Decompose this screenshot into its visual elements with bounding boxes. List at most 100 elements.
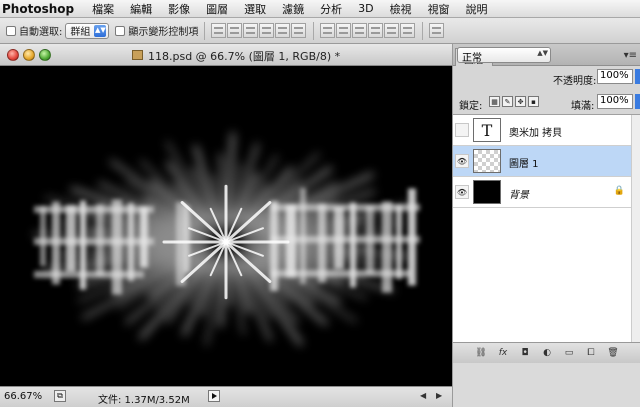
app-menu[interactable]: Photoshop [0, 2, 84, 16]
layer-row-text[interactable]: ● T 奧米加 拷貝 [453, 115, 631, 146]
blend-mode-dropdown[interactable]: 正常 ▲▼ [457, 47, 551, 64]
scroll-left-icon[interactable]: ◀ [420, 391, 426, 400]
distribute-top-icon[interactable] [320, 23, 336, 38]
document-title: 118.psd @ 66.7% (圖層 1, RGB/8) * [148, 50, 341, 63]
distribute-vcenter-icon[interactable] [336, 23, 352, 38]
menu-image[interactable]: 影像 [160, 1, 198, 17]
fill-arrow-icon[interactable] [635, 94, 640, 109]
zoom-preview-icon[interactable]: ⧉ [54, 390, 66, 402]
align-top-icon[interactable] [211, 23, 227, 38]
photoshop-screen: Photoshop 檔案 編輯 影像 圖層 選取 濾鏡 分析 3D 檢視 視窗 … [0, 0, 640, 407]
dropdown-arrows-icon: ▲▼ [94, 24, 107, 37]
background-thumbnail [473, 180, 501, 204]
layer-name[interactable]: 背景 [509, 186, 529, 201]
auto-align-icon[interactable] [429, 23, 445, 38]
layers-list: ● T 奧米加 拷貝 👁 圖層 1 👁 背景 🔒 [453, 114, 640, 343]
glyph-stroke [34, 271, 144, 278]
glyph-stroke [270, 236, 420, 243]
align-hcenter-icon[interactable] [275, 23, 291, 38]
eye-icon[interactable]: 👁 [455, 154, 469, 168]
minimize-window-icon[interactable] [23, 49, 35, 61]
close-window-icon[interactable] [7, 49, 19, 61]
auto-select-dropdown[interactable]: 群組 ▲▼ [65, 22, 110, 39]
show-transform-checkbox[interactable] [115, 25, 126, 36]
distribute-left-icon[interactable] [368, 23, 384, 38]
eye-icon[interactable]: 👁 [455, 185, 469, 199]
status-menu-icon[interactable] [208, 390, 220, 402]
align-left-icon[interactable] [259, 23, 275, 38]
layer-row-layer1[interactable]: 👁 圖層 1 [453, 146, 631, 177]
glyph-stroke [382, 201, 392, 293]
new-group-icon[interactable]: ▭ [563, 347, 575, 359]
opacity-arrow-icon[interactable] [635, 69, 640, 84]
align-bottom-icon[interactable] [243, 23, 259, 38]
menu-analysis[interactable]: 分析 [312, 1, 350, 17]
radial-blur-artwork [32, 132, 420, 346]
distribute-right-icon[interactable] [400, 23, 416, 38]
align-vcenter-icon[interactable] [227, 23, 243, 38]
fill-field[interactable]: 100% [597, 94, 633, 109]
opacity-label: 不透明度: [553, 76, 597, 87]
layer-name[interactable]: 奧米加 拷貝 [509, 124, 562, 139]
lock-label: 鎖定: [459, 101, 483, 112]
lock-position-icon[interactable]: ✥ [515, 96, 526, 107]
menu-bar: Photoshop 檔案 編輯 影像 圖層 選取 濾鏡 分析 3D 檢視 視窗 … [0, 0, 640, 18]
adjustment-layer-icon[interactable]: ◐ [541, 347, 553, 359]
document-canvas[interactable] [0, 66, 452, 386]
opacity-field[interactable]: 100% [597, 69, 633, 84]
menu-help[interactable]: 說明 [458, 1, 496, 17]
visibility-off-icon[interactable]: ● [455, 123, 469, 137]
delete-layer-icon[interactable]: 🗑 [607, 347, 619, 359]
zoom-level[interactable]: 66.67% [4, 391, 42, 402]
glyph-stroke [270, 204, 420, 211]
link-layers-icon[interactable]: ⛓ [475, 347, 487, 359]
scroll-right-icon[interactable]: ▶ [436, 391, 442, 400]
menu-view[interactable]: 檢視 [382, 1, 420, 17]
empty-panel-area [452, 363, 640, 407]
auto-select-checkbox[interactable] [6, 25, 16, 36]
status-bar: 66.67% ⧉ 文件: 1.37M/3.52M ◀ ▶ [0, 386, 452, 407]
menu-layer[interactable]: 圖層 [198, 1, 236, 17]
document-size: 文件: 1.37M/3.52M [98, 395, 190, 406]
blur-streak [218, 260, 227, 327]
layers-scrollbar[interactable] [631, 115, 640, 343]
glyph-stroke [140, 206, 148, 268]
glyph-stroke [40, 206, 46, 266]
document-window: 118.psd @ 66.7% (圖層 1, RGB/8) * 66.67% ⧉… [0, 44, 452, 407]
align-group [211, 23, 307, 38]
toolbar-divider [204, 21, 206, 40]
auto-align-group [429, 23, 445, 38]
zoom-window-icon[interactable] [39, 49, 51, 61]
lock-transparency-icon[interactable]: ▦ [489, 96, 500, 107]
menu-3d[interactable]: 3D [350, 2, 381, 15]
toolbar-divider [422, 21, 424, 40]
options-bar: 自動選取: 群組 ▲▼ 顯示變形控制項 [0, 18, 640, 44]
glyph-stroke [184, 205, 190, 273]
panel-menu-icon[interactable]: ▾≡ [624, 50, 637, 61]
blend-mode-value: 正常 [462, 53, 482, 64]
layer-name[interactable]: 圖層 1 [509, 155, 539, 170]
menu-edit[interactable]: 編輯 [122, 1, 160, 17]
menu-window[interactable]: 視窗 [420, 1, 458, 17]
menu-file[interactable]: 檔案 [84, 1, 122, 17]
lock-icon: 🔒 [613, 186, 625, 196]
menu-filter[interactable]: 濾鏡 [274, 1, 312, 17]
document-titlebar[interactable]: 118.psd @ 66.7% (圖層 1, RGB/8) * [0, 44, 452, 66]
auto-select-value: 群組 [70, 27, 91, 38]
glyph-stroke [112, 199, 122, 295]
layer-mask-icon[interactable]: ◘ [519, 347, 531, 359]
distribute-hcenter-icon[interactable] [384, 23, 400, 38]
center-starburst [162, 184, 290, 300]
layers-panel: 圖層 ▾≡ 正常 ▲▼ 不透明度: 100% 鎖定: ▦ ✎ ✥ ▪ 填滿: 1… [452, 44, 640, 363]
lock-pixels-icon[interactable]: ✎ [502, 96, 513, 107]
layer-style-icon[interactable]: fx [497, 347, 509, 359]
fill-label: 填滿: [571, 101, 595, 112]
glyph-stroke [270, 201, 278, 291]
layer-row-background[interactable]: 👁 背景 🔒 [453, 177, 631, 208]
new-layer-icon[interactable]: ⧠ [585, 347, 597, 359]
menu-select[interactable]: 選取 [236, 1, 274, 17]
show-transform-label: 顯示變形控制項 [128, 27, 199, 38]
distribute-bottom-icon[interactable] [352, 23, 368, 38]
lock-all-icon[interactable]: ▪ [528, 96, 539, 107]
align-right-icon[interactable] [291, 23, 307, 38]
